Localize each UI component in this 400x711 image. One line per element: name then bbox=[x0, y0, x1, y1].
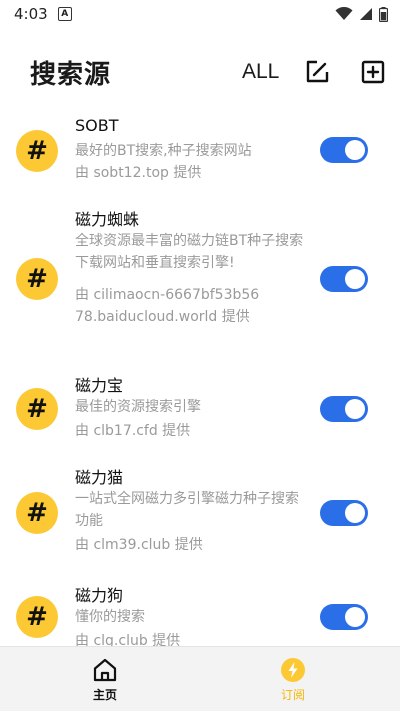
toggle-all-button[interactable]: ALL bbox=[242, 60, 279, 84]
notification-icon: A bbox=[57, 7, 72, 21]
add-source-icon[interactable] bbox=[360, 59, 386, 85]
hash-icon: # bbox=[16, 258, 58, 300]
source-description: 最好的BT搜索,种子搜索网站 bbox=[75, 143, 252, 159]
app-header: 搜索源 ALL bbox=[0, 42, 400, 102]
source-list: # SOBT 最好的BT搜索,种子搜索网站 由 sobt12.top 提供 # … bbox=[0, 108, 400, 646]
source-provider: 由 sobt12.top 提供 bbox=[75, 165, 202, 181]
nav-home-label: 主页 bbox=[92, 688, 117, 702]
status-time: 4:03 bbox=[14, 5, 48, 23]
signal-icon bbox=[360, 8, 372, 20]
list-item[interactable]: # 磁力狗 懂你的搜索 由 clg.club 提供 bbox=[0, 580, 400, 646]
source-description: 全球资源最丰富的磁力链BT种子搜索下载网站和垂直搜索引擎! bbox=[75, 233, 304, 271]
source-description: 一站式全网磁力多引擎磁力种子搜索功能 bbox=[75, 491, 299, 529]
source-description: 最佳的资源搜索引擎 bbox=[75, 399, 201, 415]
bottom-nav: 主页 订阅 bbox=[0, 646, 400, 711]
toggle-knob bbox=[345, 399, 365, 419]
toggle-knob bbox=[345, 269, 365, 289]
hash-icon: # bbox=[16, 130, 58, 172]
toggle-knob bbox=[345, 503, 365, 523]
source-name: 磁力蜘蛛 bbox=[75, 210, 140, 229]
home-icon bbox=[93, 658, 117, 682]
source-provider: 由 clb17.cfd 提供 bbox=[75, 423, 191, 439]
source-toggle[interactable] bbox=[320, 500, 368, 526]
lightning-icon bbox=[281, 658, 305, 682]
page-title: 搜索源 bbox=[30, 59, 112, 90]
edit-icon[interactable] bbox=[304, 59, 330, 85]
source-toggle[interactable] bbox=[320, 266, 368, 292]
source-description: 懂你的搜索 bbox=[75, 609, 145, 625]
source-toggle[interactable] bbox=[320, 137, 368, 163]
list-item[interactable]: # 磁力蜘蛛 全球资源最丰富的磁力链BT种子搜索下载网站和垂直搜索引擎! 由 c… bbox=[0, 202, 400, 362]
nav-subscribe[interactable]: 订阅 bbox=[233, 647, 353, 711]
nav-subscribe-label: 订阅 bbox=[280, 688, 305, 702]
list-item[interactable]: # 磁力宝 最佳的资源搜索引擎 由 clb17.cfd 提供 bbox=[0, 370, 400, 454]
source-name: 磁力猫 bbox=[75, 468, 124, 487]
source-name: SOBT bbox=[75, 116, 119, 135]
toggle-knob bbox=[345, 140, 365, 160]
nav-home[interactable]: 主页 bbox=[45, 647, 165, 711]
toggle-knob bbox=[345, 607, 365, 627]
source-name: 磁力狗 bbox=[75, 586, 124, 605]
list-item[interactable]: # SOBT 最好的BT搜索,种子搜索网站 由 sobt12.top 提供 bbox=[0, 108, 400, 192]
status-bar: 4:03 A bbox=[0, 0, 400, 28]
battery-icon bbox=[379, 6, 388, 22]
source-toggle[interactable] bbox=[320, 604, 368, 630]
wifi-icon bbox=[335, 7, 353, 20]
source-toggle[interactable] bbox=[320, 396, 368, 422]
hash-icon: # bbox=[16, 492, 58, 534]
hash-icon: # bbox=[16, 388, 58, 430]
list-item[interactable]: # 磁力猫 一站式全网磁力多引擎磁力种子搜索功能 由 clm39.club 提供 bbox=[0, 462, 400, 570]
source-provider: 由 clm39.club 提供 bbox=[75, 537, 203, 553]
source-name: 磁力宝 bbox=[75, 376, 124, 395]
hash-icon: # bbox=[16, 596, 58, 638]
source-provider: 由 cilimaocn-6667bf53b5678.baiducloud.wor… bbox=[75, 287, 260, 325]
source-provider: 由 clg.club 提供 bbox=[75, 633, 181, 646]
